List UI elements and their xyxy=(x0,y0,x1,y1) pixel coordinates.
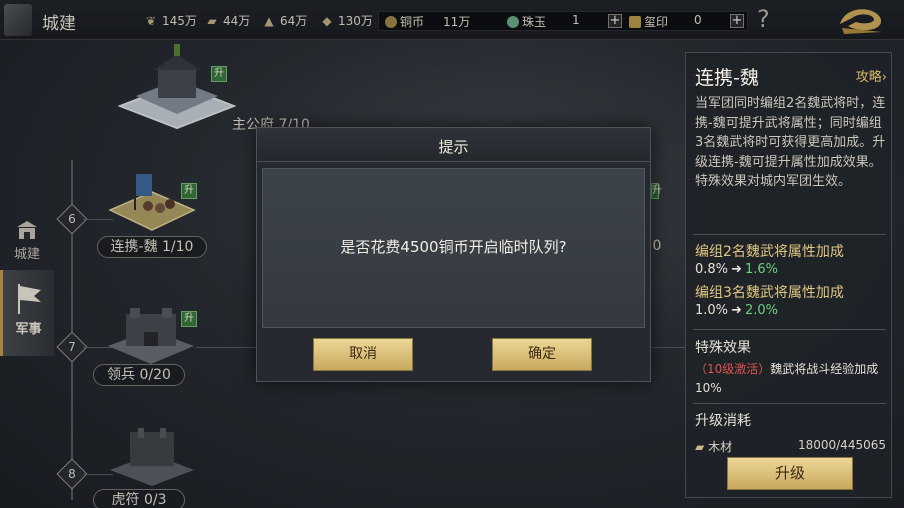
hufu-image xyxy=(110,428,194,486)
special-heading: 特殊效果 xyxy=(695,340,751,356)
seal-label: 玺印 xyxy=(644,15,669,29)
divider xyxy=(693,234,886,235)
arrow-right-icon: ➜ xyxy=(731,303,742,318)
bonus2-heading: 编组2名魏武将属性加成 xyxy=(695,244,844,260)
resource-value: 44万 xyxy=(223,14,251,28)
lianxie-wei-building[interactable] xyxy=(108,170,196,236)
lingbing-label: 领兵 0/20 xyxy=(93,364,185,386)
bonus2-next: 1.6% xyxy=(744,262,778,277)
guide-link[interactable]: 攻略› xyxy=(856,66,887,85)
page-title: 城建 xyxy=(42,14,76,34)
upgrade-button[interactable]: 升级 xyxy=(727,457,853,490)
resource-wheat: ❦ 145万 xyxy=(144,12,197,29)
panel-description: 当军团同时编组2名魏武将时，连携-魏可提升武将属性；同时编组3名魏武将时可获得更… xyxy=(695,96,886,189)
lianxie-wei-label: 连携-魏 1/10 xyxy=(97,236,207,258)
wheat-icon: ❦ xyxy=(145,13,157,28)
guide-link-label: 攻略 xyxy=(855,70,882,85)
bonus2-values: 0.8% ➜ 1.6% xyxy=(695,262,778,277)
currency-strip: 铜币 11万 珠玉 1 + 玺印 0 + xyxy=(378,11,748,31)
currency-jade: 珠玉 xyxy=(507,13,546,30)
nav-military-label: 军事 xyxy=(15,322,42,337)
nav-city-label: 城建 xyxy=(13,247,40,262)
cost-heading: 升级消耗 xyxy=(695,413,751,429)
currency-seal: 玺印 xyxy=(629,13,668,30)
confirm-button[interactable]: 确定 xyxy=(492,338,592,371)
copper-label: 铜币 xyxy=(400,15,425,29)
banner-flag-icon xyxy=(17,284,41,314)
chevron-right-icon: › xyxy=(881,70,887,85)
cost-value: 18000/445065 xyxy=(797,438,886,452)
city-gate-icon xyxy=(17,221,37,239)
add-jade-button[interactable]: + xyxy=(608,14,622,28)
resource-value: 145万 xyxy=(162,14,197,28)
confirm-dialog: 提示 是否花费4500铜币开启临时队列? 取消 确定 xyxy=(256,127,651,382)
jade-icon xyxy=(507,15,519,28)
hufu-building[interactable] xyxy=(108,428,196,488)
cancel-button[interactable]: 取消 xyxy=(313,338,413,371)
cost-row: ▰ 木材 18000/445065 xyxy=(695,438,886,455)
resource-stone: ▲ 64万 xyxy=(262,12,307,29)
main-hall-upgrade-badge[interactable]: 升 xyxy=(211,66,227,82)
dialog-body: 是否花费4500铜币开启临时队列? xyxy=(262,168,645,328)
add-seal-button[interactable]: + xyxy=(730,14,744,28)
wood-icon: ▰ xyxy=(207,13,217,28)
jade-value: 1 xyxy=(572,13,580,27)
iron-icon: ◆ xyxy=(322,13,332,28)
dialog-message: 是否花费4500铜币开启临时队列? xyxy=(340,238,567,256)
seal-icon xyxy=(629,15,641,28)
copper-value: 11万 xyxy=(443,15,471,29)
help-button[interactable]: ? xyxy=(757,5,770,33)
top-bar: 城建 ❦ 145万 ▰ 44万 ▲ 64万 ◆ 130万 铜币 11万 珠玉 1… xyxy=(0,0,904,40)
back-button[interactable] xyxy=(4,4,32,36)
wood-icon: ▰ xyxy=(695,440,705,454)
copper-coin-icon xyxy=(385,15,397,28)
branch-line xyxy=(196,347,256,348)
dragon-menu-icon[interactable] xyxy=(834,2,890,38)
nav-military[interactable]: 军事 xyxy=(0,270,54,356)
resource-value: 130万 xyxy=(338,14,373,28)
nav-city[interactable]: 城建 xyxy=(0,215,54,265)
divider xyxy=(693,329,886,330)
bonus3-heading: 编组3名魏武将属性加成 xyxy=(695,285,844,301)
hufu-label: 虎符 0/3 xyxy=(93,489,185,508)
bonus3-current: 1.0% xyxy=(695,303,729,318)
special-activate: （10级激活） xyxy=(695,362,771,376)
resource-wood: ▰ 44万 xyxy=(205,12,250,29)
bonus3-values: 1.0% ➜ 2.0% xyxy=(695,303,778,318)
branch-line xyxy=(651,347,685,348)
cost-item: ▰ 木材 xyxy=(695,440,733,454)
building-detail-panel: 连携-魏 攻略› 当军团同时编组2名魏武将时，连携-魏可提升武将属性；同时编组3… xyxy=(685,52,892,498)
jade-label: 珠玉 xyxy=(522,15,547,29)
main-hall-building[interactable] xyxy=(117,44,237,130)
dialog-title: 提示 xyxy=(438,138,469,156)
lianxie-upgrade-badge[interactable]: 升 xyxy=(181,183,197,199)
stone-icon: ▲ xyxy=(264,13,274,28)
divider xyxy=(693,403,886,404)
main-hall-image xyxy=(117,44,237,130)
special-effect: （10级激活）魏武将战斗经验加成10% xyxy=(695,360,886,398)
bonus3-next: 2.0% xyxy=(744,303,778,318)
seal-value: 0 xyxy=(694,13,702,27)
resource-iron: ◆ 130万 xyxy=(320,12,373,29)
resource-value: 64万 xyxy=(280,14,308,28)
side-building-label: 0 xyxy=(652,238,662,254)
panel-title: 连携-魏 xyxy=(695,67,759,89)
dialog-header: 提示 xyxy=(257,128,650,162)
arrow-right-icon: ➜ xyxy=(731,262,742,277)
side-upgrade-badge[interactable]: 升 xyxy=(651,183,662,199)
lingbing-upgrade-badge[interactable]: 升 xyxy=(181,311,197,327)
currency-copper: 铜币 xyxy=(385,13,424,30)
bonus2-current: 0.8% xyxy=(695,262,729,277)
lianxie-wei-image xyxy=(108,174,196,231)
